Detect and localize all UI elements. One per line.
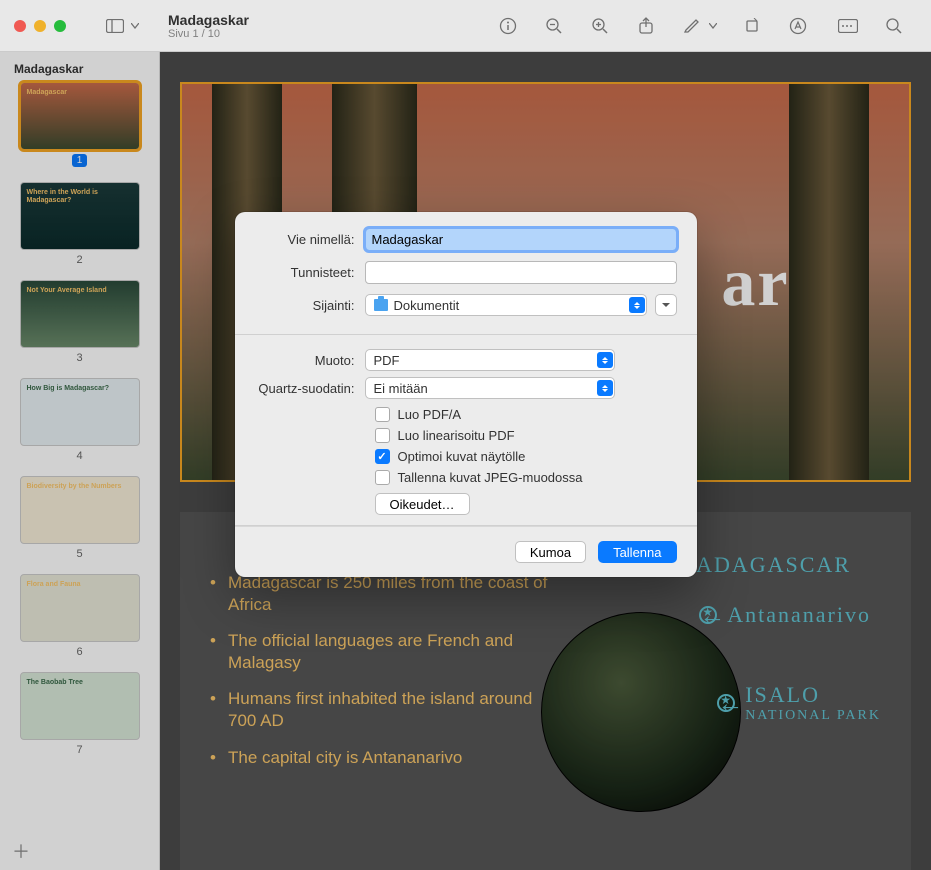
bullet-item: The capital city is Antananarivo: [210, 747, 551, 769]
folder-icon: [374, 299, 388, 311]
thumbnail-sidebar: Madagaskar Madagascar 1 Where in the World…: [0, 52, 160, 870]
tags-label: Tunnisteet:: [255, 265, 365, 280]
export-filename-input[interactable]: [365, 228, 677, 251]
thumb-number: 6: [10, 646, 149, 658]
thumb-number: 2: [10, 254, 149, 266]
location-label: Sijainti:: [255, 298, 365, 313]
checkbox-icon[interactable]: [375, 428, 390, 443]
markup-icon[interactable]: [785, 13, 811, 39]
filter-value: Ei mitään: [374, 381, 428, 396]
document-title-group: Madagaskar Sivu 1 / 10: [168, 12, 485, 40]
pdfa-label: Luo PDF/A: [398, 407, 462, 422]
checkbox-icon[interactable]: [375, 449, 390, 464]
thumb-label: Not Your Average Island: [27, 287, 107, 295]
location-value: Dokumentit: [394, 298, 460, 313]
quartz-filter-popup[interactable]: Ei mitään: [365, 377, 615, 399]
checkbox-icon[interactable]: [375, 407, 390, 422]
bullet-item: Madagascar is 250 miles from the coast o…: [210, 572, 551, 616]
thumb-label: The Baobab Tree: [27, 679, 83, 687]
save-button[interactable]: Tallenna: [598, 541, 676, 563]
search-icon[interactable]: [881, 13, 907, 39]
thumbnail[interactable]: Where in the World is Madagascar? 2: [10, 182, 149, 266]
jpeg-label: Tallenna kuvat JPEG-muodossa: [398, 470, 583, 485]
titlebar: Madagaskar Sivu 1 / 10: [0, 0, 931, 52]
minimize-window[interactable]: [34, 20, 46, 32]
close-window[interactable]: [14, 20, 26, 32]
pdfa-checkbox-row[interactable]: Luo PDF/A: [375, 407, 677, 422]
slide-1-title: ar: [721, 243, 789, 322]
format-value: PDF: [374, 353, 400, 368]
zoom-window[interactable]: [54, 20, 66, 32]
form-icon[interactable]: [835, 13, 861, 39]
highlight-dropdown-icon[interactable]: [707, 13, 719, 39]
thumb-number: 7: [10, 744, 149, 756]
hand-park-1: ISALO: [745, 682, 881, 708]
location-popup[interactable]: Dokumentit: [365, 294, 647, 316]
highlight-icon[interactable]: [679, 13, 705, 39]
export-as-label: Vie nimellä:: [255, 232, 365, 247]
thumb-number: 3: [10, 352, 149, 364]
bullet-item: Humans first inhabited the island around…: [210, 688, 551, 732]
filter-label: Quartz-suodatin:: [255, 381, 365, 396]
thumb-label: How Big is Madagascar?: [27, 385, 109, 393]
format-label: Muoto:: [255, 353, 365, 368]
chevron-updown-icon: [629, 297, 645, 313]
page-indicator: Sivu 1 / 10: [168, 28, 485, 40]
sidebar-toggle-icon[interactable]: [102, 13, 128, 39]
optimize-label: Optimoi kuvat näytölle: [398, 449, 526, 464]
thumbnail[interactable]: The Baobab Tree 7: [10, 672, 149, 756]
thumbnail[interactable]: Flora and Fauna 6: [10, 574, 149, 658]
thumb-number: 5: [10, 548, 149, 560]
arrow-icon: ←: [699, 600, 725, 631]
zoom-out-icon[interactable]: [541, 13, 567, 39]
linear-label: Luo linearisoitu PDF: [398, 428, 515, 443]
jpeg-checkbox-row[interactable]: Tallenna kuvat JPEG-muodossa: [375, 470, 677, 485]
format-popup[interactable]: PDF: [365, 349, 615, 371]
bullet-item: The official languages are French and Ma…: [210, 630, 551, 674]
export-sheet: Vie nimellä: Tunnisteet: Sijainti: Dokum…: [235, 212, 697, 577]
thumbnail[interactable]: How Big is Madagascar? 4: [10, 378, 149, 462]
share-icon[interactable]: [633, 13, 659, 39]
thumb-number: 1: [72, 154, 88, 167]
thumbnail[interactable]: Biodiversity by the Numbers 5: [10, 476, 149, 560]
rotate-icon[interactable]: [739, 13, 765, 39]
document-title: Madagaskar: [168, 12, 485, 28]
checkbox-icon[interactable]: [375, 470, 390, 485]
window-controls: [14, 20, 66, 32]
zoom-in-icon[interactable]: [587, 13, 613, 39]
globe-graphic: [541, 612, 741, 812]
sidebar-title: Madagaskar: [10, 62, 149, 76]
permissions-button[interactable]: Oikeudet…: [375, 493, 470, 515]
tags-input[interactable]: [365, 261, 677, 284]
hand-park-2: NATIONAL PARK: [745, 708, 881, 724]
thumb-label: Madagascar: [27, 89, 67, 97]
chevron-updown-icon: [597, 352, 613, 368]
hand-title: MADAGASCAR: [675, 552, 851, 578]
cancel-button[interactable]: Kumoa: [515, 541, 586, 563]
hand-city: Antananarivo: [727, 602, 871, 628]
thumbnail[interactable]: Not Your Average Island 3: [10, 280, 149, 364]
bullet-list: Madagascar is 250 miles from the coast o…: [210, 572, 551, 769]
expand-location-button[interactable]: [655, 294, 677, 316]
thumb-label: Flora and Fauna: [27, 581, 81, 589]
linear-checkbox-row[interactable]: Luo linearisoitu PDF: [375, 428, 677, 443]
optimize-checkbox-row[interactable]: Optimoi kuvat näytölle: [375, 449, 677, 464]
sidebar-dropdown-icon[interactable]: [128, 13, 142, 39]
add-page-button[interactable]: ＋: [10, 840, 32, 862]
thumb-number: 4: [10, 450, 149, 462]
thumb-label: Where in the World is Madagascar?: [27, 189, 139, 204]
info-icon[interactable]: [495, 13, 521, 39]
arrow-icon: ←: [717, 688, 743, 719]
chevron-updown-icon: [597, 380, 613, 396]
thumbnail[interactable]: Madagascar 1: [10, 82, 149, 168]
thumb-label: Biodiversity by the Numbers: [27, 483, 122, 491]
